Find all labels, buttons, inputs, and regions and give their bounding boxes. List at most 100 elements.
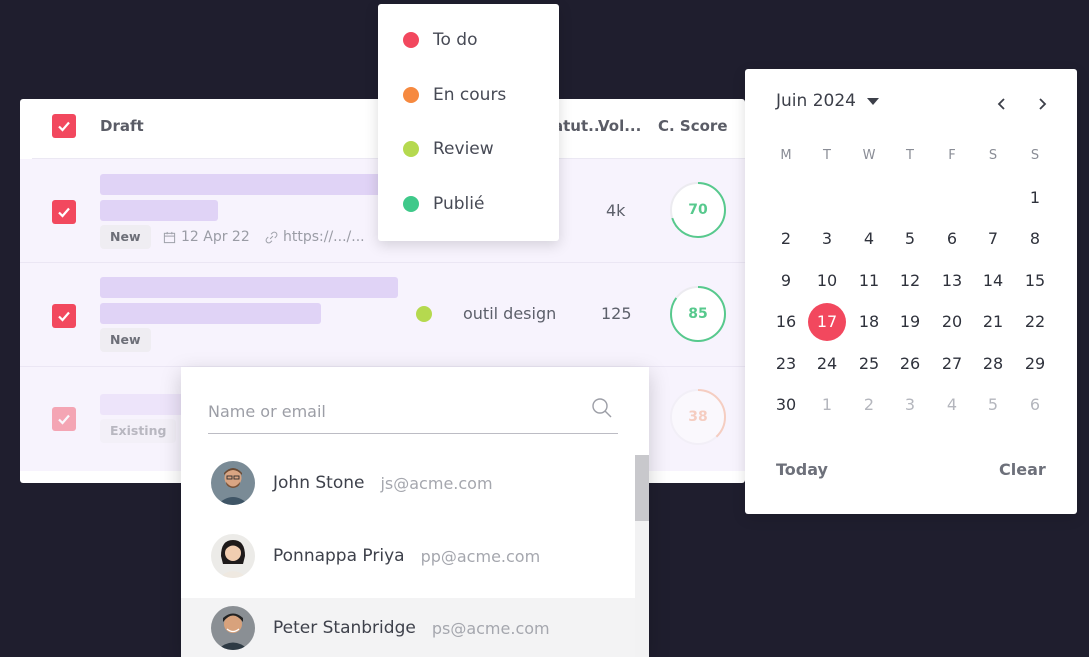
weekday-label: W [862, 148, 876, 163]
person-email: ps@acme.com [431, 618, 550, 638]
calendar-day[interactable]: 20 [932, 302, 972, 342]
content-score-ring: 85 [669, 285, 727, 343]
calendar-day[interactable]: 18 [849, 302, 889, 342]
column-header-draft[interactable]: Draft [100, 117, 144, 135]
status-option-label: Review [433, 139, 494, 159]
prev-month-button[interactable] [991, 93, 1013, 115]
avatar [211, 534, 255, 578]
calendar-day[interactable]: 2 [766, 219, 806, 259]
title-placeholder [100, 277, 398, 298]
month-selector[interactable]: Juin 2024 [776, 91, 880, 111]
status-option-en-cours[interactable]: En cours [378, 75, 559, 115]
calendar-day[interactable]: 26 [890, 344, 930, 384]
weekday-label: S [988, 148, 998, 163]
calendar-day[interactable]: 5 [973, 385, 1013, 425]
volume-value: 125 [601, 304, 632, 323]
calendar-day[interactable]: 24 [807, 344, 847, 384]
caret-down-icon [866, 98, 879, 105]
calendar-day[interactable]: 1 [807, 385, 847, 425]
weekday-label: F [948, 148, 956, 163]
person-option[interactable]: Peter Stanbridge ps@acme.com [181, 598, 635, 657]
calendar-day[interactable]: 9 [766, 261, 806, 301]
calendar-day[interactable]: 29 [1015, 344, 1055, 384]
status-badge: New [100, 328, 151, 352]
date-picker: Juin 2024 M T W T F S S 1 2 3 4 5 6 7 8 9 10 11 12 1… [745, 69, 1077, 514]
checkmark-icon [58, 121, 70, 132]
status-option-label: Publié [433, 194, 485, 214]
clear-button[interactable]: Clear [999, 460, 1046, 479]
column-header-score[interactable]: C. Score [658, 117, 728, 135]
calendar-day[interactable]: 3 [807, 219, 847, 259]
person-option[interactable]: John Stone js@acme.com [181, 453, 635, 513]
calendar-day[interactable]: 21 [973, 302, 1013, 342]
calendar-day[interactable]: 7 [973, 219, 1013, 259]
calendar-day[interactable]: 15 [1015, 261, 1055, 301]
calendar-day[interactable]: 23 [766, 344, 806, 384]
calendar-day[interactable]: 19 [890, 302, 930, 342]
checkmark-icon [58, 414, 70, 425]
status-badge: New [100, 225, 151, 249]
weekday-label: T [823, 148, 831, 163]
today-button[interactable]: Today [776, 460, 828, 479]
checkmark-icon [58, 207, 70, 218]
calendar-day[interactable]: 10 [807, 261, 847, 301]
calendar-day[interactable]: 14 [973, 261, 1013, 301]
calendar-day[interactable]: 4 [849, 219, 889, 259]
calendar-day[interactable]: 22 [1015, 302, 1055, 342]
calendar-day[interactable]: 28 [973, 344, 1013, 384]
row-checkbox[interactable] [52, 304, 76, 328]
status-label[interactable]: outil design [463, 304, 556, 323]
month-label: Juin 2024 [776, 91, 856, 111]
status-color-dot [403, 141, 419, 157]
calendar-day[interactable]: 5 [890, 219, 930, 259]
status-dot [416, 306, 432, 322]
person-name: Ponnappa Priya [273, 546, 405, 566]
status-color-dot [403, 196, 419, 212]
calendar-day[interactable]: 27 [932, 344, 972, 384]
person-name: Peter Stanbridge [273, 618, 416, 638]
calendar-day[interactable]: 8 [1015, 219, 1055, 259]
people-picker: John Stone js@acme.com Ponnappa Priya pp… [181, 367, 649, 657]
table-row[interactable]: New outil design 125 85 [20, 263, 745, 367]
subtitle-placeholder [100, 303, 321, 324]
select-all-checkbox[interactable] [52, 114, 76, 138]
calendar-day[interactable]: 4 [932, 385, 972, 425]
link-icon [265, 231, 278, 243]
person-email: pp@acme.com [420, 546, 541, 566]
calendar-day[interactable]: 6 [1015, 385, 1055, 425]
chevron-left-icon [997, 98, 1005, 110]
next-month-button[interactable] [1031, 93, 1053, 115]
calendar-day[interactable]: 25 [849, 344, 889, 384]
search-input[interactable] [208, 389, 618, 434]
calendar-day[interactable]: 2 [849, 385, 889, 425]
checkmark-icon [58, 311, 70, 322]
status-option-label: To do [433, 30, 478, 50]
row-checkbox[interactable] [52, 200, 76, 224]
status-option-publie[interactable]: Publié [378, 184, 559, 224]
calendar-day[interactable]: 11 [849, 261, 889, 301]
person-name: John Stone [273, 473, 365, 493]
chevron-right-icon [1039, 98, 1047, 110]
url-meta[interactable]: https://.../... [265, 229, 365, 245]
calendar-day[interactable]: 3 [890, 385, 930, 425]
status-option-review[interactable]: Review [378, 129, 559, 169]
title-placeholder [100, 394, 190, 415]
column-header-volume[interactable]: Vol... [598, 117, 641, 135]
date-meta: 12 Apr 22 [163, 229, 250, 245]
row-checkbox[interactable] [52, 407, 76, 431]
calendar-day[interactable]: 1 [1015, 178, 1055, 218]
avatar [211, 606, 255, 650]
search-icon[interactable] [590, 396, 614, 420]
calendar-day[interactable]: 13 [932, 261, 972, 301]
content-score-ring: 70 [669, 181, 727, 239]
person-option[interactable]: Ponnappa Priya pp@acme.com [181, 526, 635, 586]
calendar-day[interactable]: 6 [932, 219, 972, 259]
content-score-ring: 38 [669, 388, 727, 446]
volume-value: 4k [606, 201, 626, 220]
scrollbar-thumb[interactable] [635, 455, 649, 521]
calendar-day[interactable]: 16 [766, 302, 806, 342]
calendar-day[interactable]: 12 [890, 261, 930, 301]
status-option-todo[interactable]: To do [378, 20, 559, 60]
calendar-day[interactable]: 17 [807, 302, 847, 342]
calendar-day[interactable]: 30 [766, 385, 806, 425]
